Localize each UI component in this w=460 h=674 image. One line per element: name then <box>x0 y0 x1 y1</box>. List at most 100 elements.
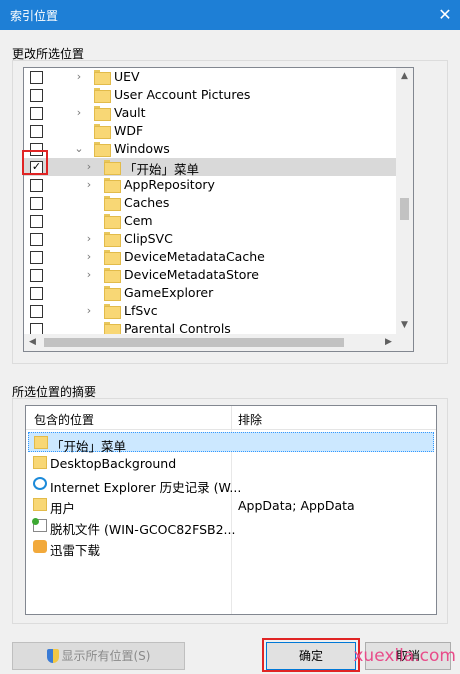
scroll-thumb[interactable] <box>400 198 409 220</box>
folder-icon <box>104 232 121 247</box>
tree-row[interactable]: GameExplorer <box>24 284 397 302</box>
tree-checkbox[interactable] <box>30 287 43 300</box>
close-icon[interactable]: ✕ <box>430 0 460 30</box>
tree-item-label: User Account Pictures <box>114 87 251 102</box>
tree-row[interactable]: WDF <box>24 122 397 140</box>
tree-checkbox[interactable] <box>30 107 43 120</box>
tree-checkbox[interactable] <box>30 89 43 102</box>
folder-icon <box>104 214 121 229</box>
window-title: 索引位置 <box>10 9 59 23</box>
scroll-corner <box>396 334 413 351</box>
expand-chevron-icon[interactable]: › <box>84 232 94 246</box>
shield-icon <box>46 649 59 663</box>
tree-checkbox[interactable] <box>30 251 43 264</box>
hscroll-thumb[interactable] <box>44 338 344 347</box>
collapse-chevron-icon[interactable]: ⌄ <box>74 142 84 156</box>
folder-icon <box>104 178 121 193</box>
tree-checkbox[interactable] <box>30 269 43 282</box>
expand-chevron-icon[interactable]: › <box>74 70 84 84</box>
summary-location-name: Internet Explorer 历史记录 (W... <box>50 480 242 495</box>
tree-row[interactable]: › ClipSVC <box>24 230 397 248</box>
folder-icon <box>104 160 121 175</box>
ie-icon <box>33 477 47 490</box>
tree-checkbox[interactable] <box>30 215 43 228</box>
column-header-excluded[interactable]: 排除 <box>238 411 262 428</box>
tree-item-label: Parental Controls <box>124 321 231 334</box>
folder-icon <box>94 88 111 103</box>
tree-row[interactable]: › DeviceMetadataStore <box>24 266 397 284</box>
tree-checkbox[interactable] <box>30 125 43 138</box>
folder-tree[interactable]: › UEV User Account Pictures › Vault WDF ⌄ Windo… <box>23 67 414 352</box>
tree-horizontal-scrollbar[interactable]: ◀ ▶ <box>24 334 397 351</box>
network-icon <box>32 518 47 532</box>
expand-chevron-icon[interactable]: › <box>84 178 94 192</box>
summary-row[interactable]: Internet Explorer 历史记录 (W... <box>28 474 434 495</box>
tree-row[interactable]: User Account Pictures <box>24 86 397 104</box>
summary-location-name: 用户 <box>50 501 76 516</box>
tree-checkbox[interactable] <box>30 323 43 334</box>
expand-chevron-icon[interactable]: › <box>84 160 94 174</box>
scroll-right-icon[interactable]: ▶ <box>380 334 397 351</box>
scroll-up-icon[interactable]: ▲ <box>396 68 413 85</box>
tree-row[interactable]: Parental Controls <box>24 320 397 334</box>
summary-row[interactable]: 脱机文件 (WIN-GCOC82FSB2... <box>28 516 434 537</box>
tree-row[interactable]: ✓ › 「开始」菜单 <box>24 158 397 177</box>
summary-row[interactable]: 用户 AppData; AppData <box>28 495 434 516</box>
tree-checkbox[interactable] <box>30 179 43 192</box>
folder-icon <box>104 304 121 319</box>
tree-row[interactable]: › AppRepository <box>24 176 397 194</box>
summary-row[interactable]: 「开始」菜单 <box>28 432 434 454</box>
tree-checkbox[interactable] <box>30 71 43 84</box>
show-all-label: 显示所有位置(S) <box>61 649 151 663</box>
tree-row[interactable]: Caches <box>24 194 397 212</box>
summary-exclusion: AppData; AppData <box>238 498 355 513</box>
summary-location-name: 脱机文件 (WIN-GCOC82FSB2... <box>50 522 236 537</box>
summary-row[interactable]: 迅雷下载 <box>28 537 434 558</box>
checkbox-highlight <box>22 150 48 175</box>
tree-item-label: Windows <box>114 141 170 156</box>
tree-item-label: DeviceMetadataStore <box>124 267 259 282</box>
folder-icon <box>104 286 121 301</box>
tree-item-label: UEV <box>114 69 140 84</box>
scroll-left-icon[interactable]: ◀ <box>24 334 41 351</box>
summary-header: 包含的位置 排除 <box>26 406 436 430</box>
folder-icon <box>94 106 111 121</box>
summary-location-name: DesktopBackground <box>50 456 177 471</box>
folder-icon <box>33 456 47 469</box>
tree-row[interactable]: › Vault <box>24 104 397 122</box>
summary-location-name: 迅雷下载 <box>50 543 101 558</box>
expand-chevron-icon[interactable]: › <box>84 304 94 318</box>
tree-row[interactable]: Cem <box>24 212 397 230</box>
folder-icon <box>33 498 47 511</box>
tree-item-label: ClipSVC <box>124 231 173 246</box>
expand-chevron-icon[interactable]: › <box>84 268 94 282</box>
tree-row[interactable]: › UEV <box>24 68 397 86</box>
tree-vertical-scrollbar[interactable]: ▲ ▼ <box>396 68 413 334</box>
tree-row[interactable]: ⌄ Windows <box>24 140 397 158</box>
scroll-down-icon[interactable]: ▼ <box>396 317 413 334</box>
folder-icon <box>104 268 121 283</box>
expand-chevron-icon[interactable]: › <box>74 106 84 120</box>
title-bar: 索引位置 ✕ <box>0 0 460 30</box>
show-all-locations-button[interactable]: 显示所有位置(S) <box>12 642 185 670</box>
tree-checkbox[interactable] <box>30 197 43 210</box>
summary-row[interactable]: DesktopBackground <box>28 453 434 473</box>
folder-icon <box>94 70 111 85</box>
tree-item-label: GameExplorer <box>124 285 214 300</box>
tree-item-label: Vault <box>114 105 146 120</box>
download-icon <box>33 540 47 553</box>
folder-icon <box>104 196 121 211</box>
tree-checkbox[interactable] <box>30 233 43 246</box>
tree-item-label: LfSvc <box>124 303 158 318</box>
summary-list[interactable]: 包含的位置 排除 「开始」菜单 DesktopBackground Internet… <box>25 405 437 615</box>
column-header-included[interactable]: 包含的位置 <box>34 411 94 428</box>
tree-item-label: Caches <box>124 195 170 210</box>
folder-icon <box>34 436 48 449</box>
tree-rows: › UEV User Account Pictures › Vault WDF ⌄ Windo… <box>24 68 397 334</box>
folder-icon <box>104 322 121 334</box>
expand-chevron-icon[interactable]: › <box>84 250 94 264</box>
column-divider[interactable] <box>231 406 232 430</box>
tree-checkbox[interactable] <box>30 305 43 318</box>
tree-row[interactable]: › LfSvc <box>24 302 397 320</box>
tree-row[interactable]: › DeviceMetadataCache <box>24 248 397 266</box>
